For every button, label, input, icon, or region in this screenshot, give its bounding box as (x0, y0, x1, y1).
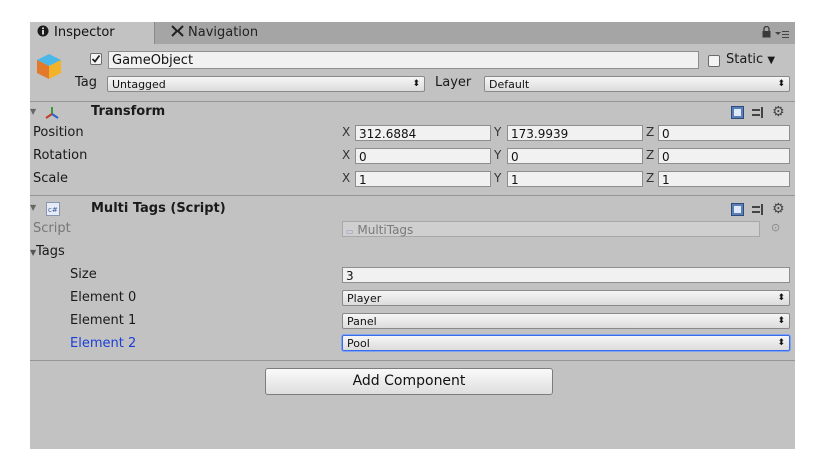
divider (30, 360, 795, 361)
divider (30, 195, 795, 196)
preset-icon[interactable] (752, 203, 765, 220)
element-1-value: Panel (347, 315, 377, 328)
element-2-label: Element 2 (70, 336, 137, 351)
lock-icon[interactable] (762, 25, 771, 42)
rotation-z-field[interactable]: 0 (658, 148, 790, 164)
position-y-field[interactable]: 173.9939 (507, 125, 643, 141)
layer-dropdown[interactable]: Default ⬍ (484, 76, 790, 92)
scale-z-field[interactable]: 1 (658, 171, 790, 187)
axis-x-label: X (342, 148, 351, 162)
axis-x-label: X (342, 125, 351, 139)
script-file-icon: ▭ (346, 227, 354, 236)
help-book-icon[interactable] (731, 106, 744, 123)
static-checkbox[interactable] (708, 55, 720, 67)
scale-x-field[interactable]: 1 (355, 171, 491, 187)
element-0-label: Element 0 (70, 290, 137, 305)
chevron-updown-icon: ⬍ (777, 79, 785, 89)
element-0-value: Player (347, 292, 382, 305)
element-1-dropdown[interactable]: Panel ⬍ (342, 313, 790, 329)
scale-label: Scale (33, 171, 68, 186)
script-field: ▭ MultiTags (342, 221, 760, 237)
svg-text:c#: c# (48, 206, 58, 214)
rotation-y-field[interactable]: 0 (507, 148, 643, 164)
tab-bar: Inspector Navigation (30, 22, 795, 44)
axis-z-label: Z (646, 148, 655, 162)
name-field[interactable]: GameObject (108, 51, 699, 69)
foldout-arrow-icon[interactable]: ▼ (30, 203, 36, 212)
rotation-label: Rotation (33, 148, 88, 163)
layer-dropdown-value: Default (489, 78, 530, 91)
axis-z-label: Z (646, 171, 655, 185)
script-label: Script (33, 221, 71, 236)
tab-navigation-label: Navigation (188, 25, 259, 40)
object-picker-icon[interactable]: ⊙ (771, 221, 780, 234)
csharp-script-icon: c# (46, 202, 60, 220)
info-icon (36, 22, 50, 43)
size-field[interactable]: 3 (342, 267, 790, 283)
chevron-updown-icon: ⬍ (777, 293, 785, 303)
size-label: Size (70, 267, 97, 282)
inspector-panel: Inspector Navigation GameObject Static ▼… (30, 22, 795, 449)
active-checkbox[interactable] (90, 53, 102, 65)
cube-icon (36, 52, 62, 84)
transform-title: Transform (91, 104, 166, 119)
axis-y-label: Y (494, 125, 502, 139)
tab-navigation[interactable]: Navigation (164, 22, 274, 44)
element-2-value: Pool (347, 337, 370, 350)
axis-y-label: Y (494, 171, 502, 185)
chevron-updown-icon: ⬍ (777, 316, 785, 326)
static-dropdown-icon[interactable]: ▼ (767, 55, 775, 66)
element-1-label: Element 1 (70, 313, 137, 328)
tab-inspector-label: Inspector (54, 25, 115, 40)
foldout-arrow-icon[interactable]: ▼ (30, 107, 36, 116)
axis-x-label: X (342, 171, 351, 185)
rotation-x-field[interactable]: 0 (355, 148, 491, 164)
element-2-dropdown[interactable]: Pool ⬍ (342, 335, 790, 351)
layer-label: Layer (435, 75, 472, 90)
help-book-icon[interactable] (731, 203, 744, 220)
element-0-dropdown[interactable]: Player ⬍ (342, 290, 790, 306)
axis-y-label: Y (494, 148, 502, 162)
preset-icon[interactable] (752, 106, 765, 123)
position-z-field[interactable]: 0 (658, 125, 790, 141)
transform-axes-icon (44, 105, 60, 123)
static-label-text: Static (726, 52, 764, 67)
menu-icon[interactable] (775, 28, 789, 43)
chevron-updown-icon: ⬍ (777, 338, 785, 348)
gear-icon[interactable]: ⚙ (772, 104, 785, 120)
position-x-field[interactable]: 312.6884 (355, 125, 491, 141)
tag-dropdown[interactable]: Untagged ⬍ (107, 76, 425, 92)
static-label[interactable]: Static ▼ (726, 50, 775, 70)
tab-inspector[interactable]: Inspector (30, 22, 155, 44)
script-field-value: MultiTags (357, 223, 414, 237)
navigation-icon (170, 22, 184, 43)
name-field-value: GameObject (112, 53, 194, 68)
scale-y-field[interactable]: 1 (507, 171, 643, 187)
tags-label[interactable]: Tags (36, 242, 65, 262)
axis-z-label: Z (646, 125, 655, 139)
position-label: Position (33, 125, 84, 140)
tag-label: Tag (75, 75, 98, 90)
tag-dropdown-value: Untagged (112, 78, 166, 91)
gear-icon[interactable]: ⚙ (772, 201, 785, 217)
multitags-title: Multi Tags (Script) (91, 201, 226, 216)
chevron-updown-icon: ⬍ (412, 79, 420, 89)
add-component-button[interactable]: Add Component (265, 368, 553, 395)
